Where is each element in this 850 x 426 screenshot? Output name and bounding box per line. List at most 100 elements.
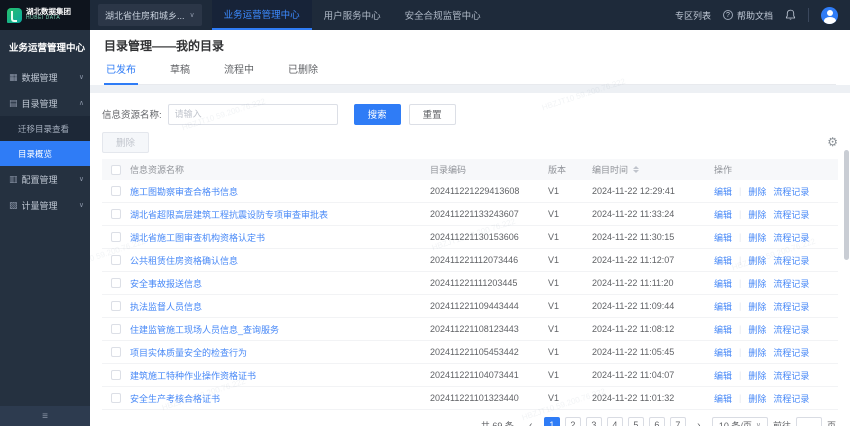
flow-record-link[interactable]: 流程记录 — [773, 300, 809, 313]
resource-name-link[interactable]: 项目实体质量安全的检查行为 — [130, 348, 247, 358]
catalog-code-cell: 202411221108123443 — [430, 324, 519, 334]
op-divider: | — [739, 393, 742, 403]
column-header-actions: 操作 — [714, 165, 733, 175]
page-button[interactable]: 7 — [669, 417, 686, 426]
delete-link[interactable]: 删除 — [748, 346, 766, 359]
sidebar-item-data-management[interactable]: ▦ 数据管理 ∨ — [0, 64, 90, 90]
tab-in-process[interactable]: 流程中 — [222, 61, 256, 84]
resource-name-link[interactable]: 公共租赁住房资格确认信息 — [130, 256, 238, 266]
help-link[interactable]: ? 帮助文档 — [722, 9, 773, 22]
resource-name-link[interactable]: 湖北省施工图审查机构资格认定书 — [130, 233, 265, 243]
page-button[interactable]: 6 — [648, 417, 665, 426]
resource-name-link[interactable]: 建筑施工特种作业操作资格证书 — [130, 371, 256, 381]
delete-link[interactable]: 删除 — [748, 185, 766, 198]
sidebar-item-catalog-overview[interactable]: 目录概览 — [0, 141, 90, 166]
row-checkbox[interactable] — [111, 347, 121, 357]
sidebar-item-config-management[interactable]: ▥ 配置管理 ∨ — [0, 166, 90, 192]
collapse-sidebar-button[interactable]: ≡ — [0, 406, 90, 426]
tab-deleted[interactable]: 已删除 — [286, 61, 320, 84]
row-checkbox[interactable] — [111, 232, 121, 242]
column-header-catalog-code: 目录编码 — [430, 165, 467, 175]
goto-page-input[interactable] — [795, 416, 822, 426]
page-list: 1234567 — [543, 417, 686, 426]
org-dropdown[interactable]: 湖北省住房和城乡... ∨ — [98, 4, 202, 26]
select-all-checkbox[interactable] — [111, 164, 121, 175]
reset-button[interactable]: 重置 — [408, 103, 456, 125]
catalog-time-cell: 2024-11-22 11:12:07 — [592, 255, 675, 265]
column-settings-gear-icon[interactable]: ⚙ — [827, 136, 838, 148]
resource-name-link[interactable]: 施工图勘察审查合格书信息 — [130, 187, 238, 197]
flow-record-link[interactable]: 流程记录 — [773, 231, 809, 244]
delete-link[interactable]: 删除 — [748, 254, 766, 267]
flow-record-link[interactable]: 流程记录 — [773, 323, 809, 336]
edit-link[interactable]: 编辑 — [714, 392, 732, 405]
flow-record-link[interactable]: 流程记录 — [773, 185, 809, 198]
tab-draft[interactable]: 草稿 — [168, 61, 192, 84]
resource-name-link[interactable]: 安全事故报送信息 — [130, 279, 202, 289]
resource-name-link[interactable]: 安全生产考核合格证书 — [130, 394, 220, 404]
row-checkbox[interactable] — [111, 324, 121, 334]
zone-list-link[interactable]: 专区列表 — [675, 9, 711, 22]
table-row: 安全生产考核合格证书 202411221101323440 V1 2024-11… — [102, 387, 838, 410]
sort-icon[interactable] — [633, 166, 640, 173]
edit-link[interactable]: 编辑 — [714, 346, 732, 359]
flow-record-link[interactable]: 流程记录 — [773, 254, 809, 267]
edit-link[interactable]: 编辑 — [714, 369, 732, 382]
row-checkbox[interactable] — [111, 370, 121, 380]
page-scrollbar[interactable] — [844, 150, 849, 260]
notification-bell-icon[interactable] — [785, 9, 796, 21]
delete-link[interactable]: 删除 — [748, 231, 766, 244]
row-checkbox[interactable] — [111, 301, 121, 311]
edit-link[interactable]: 编辑 — [714, 277, 732, 290]
row-checkbox[interactable] — [111, 393, 121, 403]
row-checkbox[interactable] — [111, 186, 121, 196]
table-row: 项目实体质量安全的检查行为 202411221105453442 V1 2024… — [102, 341, 838, 364]
next-page-arrow[interactable]: › — [691, 417, 707, 426]
prev-page-arrow[interactable]: ‹ — [523, 417, 539, 426]
row-checkbox[interactable] — [111, 278, 121, 288]
sidebar-item-catalog-management[interactable]: ▤ 目录管理 ∧ — [0, 90, 90, 116]
sidebar-item-metering-management[interactable]: ▧ 计量管理 ∨ — [0, 192, 90, 218]
nav-item-security-compliance-center[interactable]: 安全合规监管中心 — [393, 0, 493, 30]
flow-record-link[interactable]: 流程记录 — [773, 346, 809, 359]
page-button[interactable]: 3 — [585, 417, 602, 426]
flow-record-link[interactable]: 流程记录 — [773, 208, 809, 221]
resource-name-link[interactable]: 湖北省超限高层建筑工程抗震设防专项审查审批表 — [130, 210, 328, 220]
edit-link[interactable]: 编辑 — [714, 231, 732, 244]
page-size-select[interactable]: 10 条/页 ∨ — [711, 416, 768, 426]
page-button[interactable]: 2 — [564, 417, 581, 426]
row-checkbox[interactable] — [111, 255, 121, 265]
delete-link[interactable]: 删除 — [748, 369, 766, 382]
divider — [808, 8, 809, 22]
search-button[interactable]: 搜索 — [353, 103, 401, 125]
chevron-down-icon: ∨ — [78, 202, 84, 209]
table-body: 施工图勘察审查合格书信息 202411221229413608 V1 2024-… — [102, 180, 838, 410]
edit-link[interactable]: 编辑 — [714, 185, 732, 198]
resource-name-link[interactable]: 住建监管施工现场人员信息_查询服务 — [130, 325, 279, 335]
edit-link[interactable]: 编辑 — [714, 208, 732, 221]
edit-link[interactable]: 编辑 — [714, 254, 732, 267]
edit-link[interactable]: 编辑 — [714, 323, 732, 336]
nav-item-business-operation-center[interactable]: 业务运营管理中心 — [211, 0, 312, 30]
flow-record-link[interactable]: 流程记录 — [773, 277, 809, 290]
nav-item-user-service-center[interactable]: 用户服务中心 — [312, 0, 393, 30]
page-button[interactable]: 1 — [543, 417, 560, 426]
flow-record-link[interactable]: 流程记录 — [773, 392, 809, 405]
flow-record-link[interactable]: 流程记录 — [773, 369, 809, 382]
tab-published[interactable]: 已发布 — [104, 61, 138, 85]
sidebar-item-migration-catalog-view[interactable]: 迁移目录查看 — [0, 116, 90, 141]
user-avatar[interactable] — [821, 6, 838, 24]
row-checkbox[interactable] — [111, 209, 121, 219]
delete-link[interactable]: 删除 — [748, 392, 766, 405]
page-button[interactable]: 5 — [627, 417, 644, 426]
resource-name-link[interactable]: 执法监督人员信息 — [130, 302, 202, 312]
edit-link[interactable]: 编辑 — [714, 300, 732, 313]
resource-name-input[interactable] — [167, 103, 338, 125]
delete-link[interactable]: 删除 — [748, 300, 766, 313]
delete-link[interactable]: 删除 — [748, 323, 766, 336]
delete-link[interactable]: 删除 — [748, 277, 766, 290]
delete-link[interactable]: 删除 — [748, 208, 766, 221]
nav-item-label: 业务运营管理中心 — [223, 10, 300, 21]
page-button[interactable]: 4 — [606, 417, 623, 426]
batch-delete-button[interactable]: 删除 — [102, 131, 150, 153]
